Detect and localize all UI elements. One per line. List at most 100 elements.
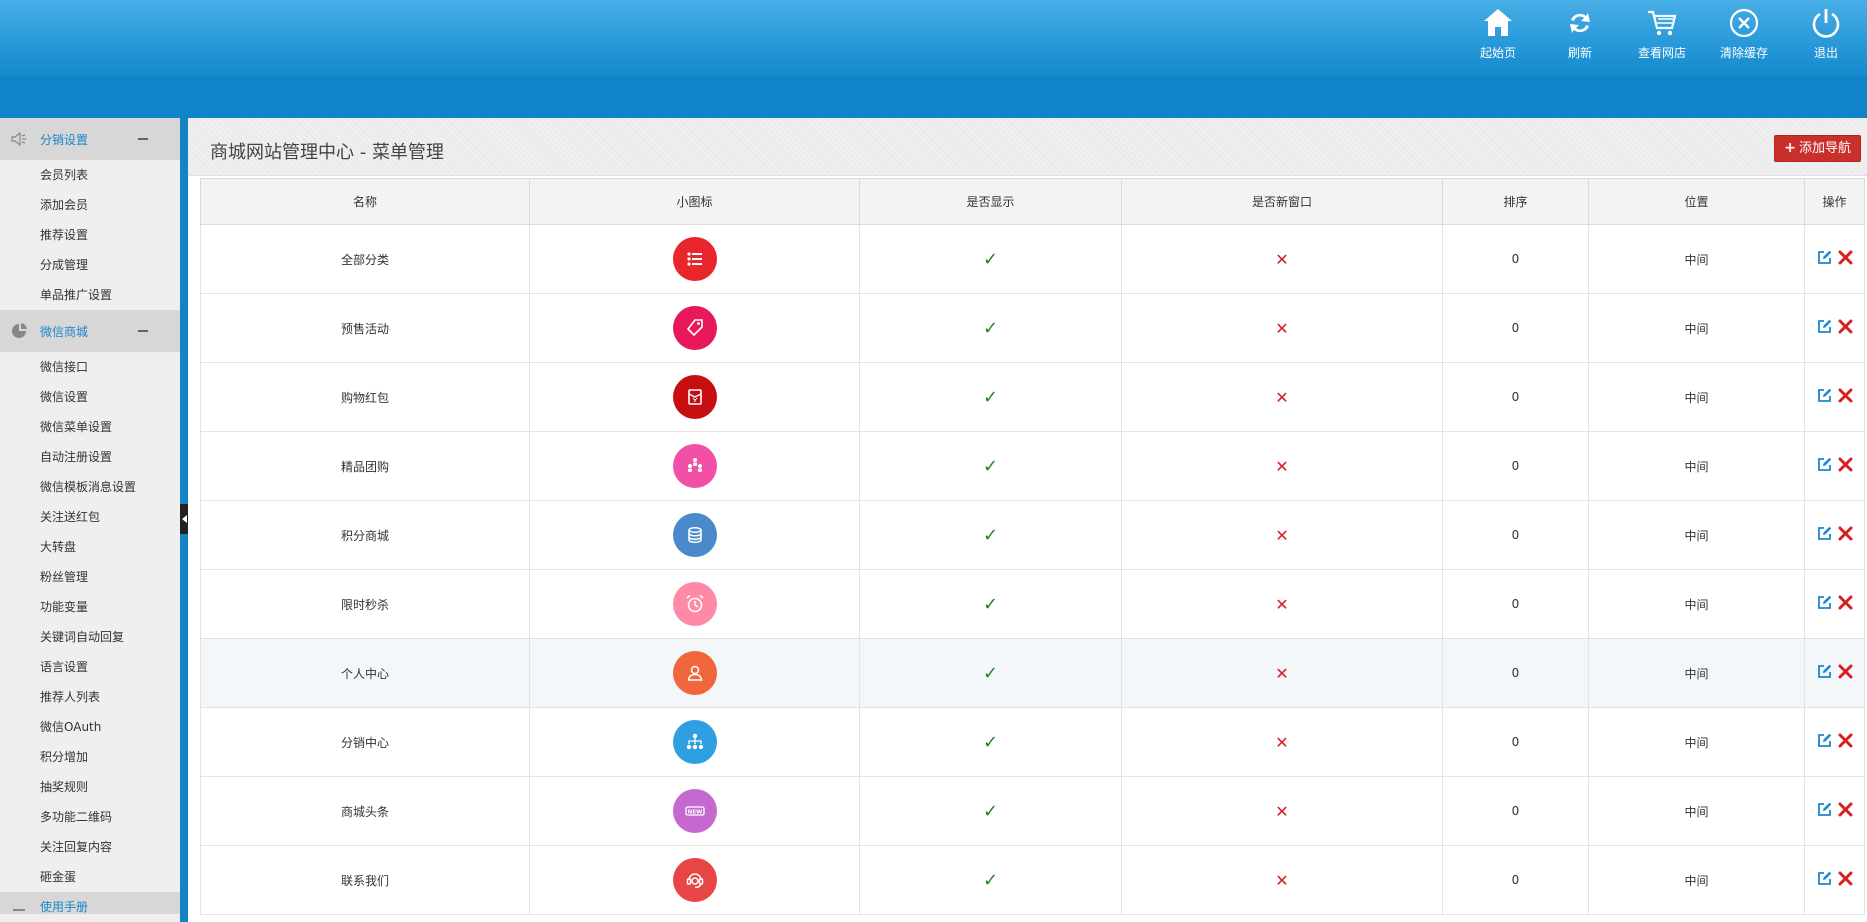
edit-icon[interactable] xyxy=(1817,457,1832,472)
sidebar-item[interactable]: 功能变量 xyxy=(0,592,180,622)
cell-new-window: ✕ xyxy=(1121,431,1443,501)
sidebar-item[interactable]: 推荐人列表 xyxy=(0,682,180,712)
edit-icon[interactable] xyxy=(1817,595,1832,610)
sidebar-item[interactable]: 微信OAuth xyxy=(0,712,180,742)
delete-icon[interactable] xyxy=(1838,388,1853,403)
sidebar-item[interactable]: 抽奖规则 xyxy=(0,772,180,802)
cell-actions xyxy=(1804,707,1865,777)
row-order: 0 xyxy=(1511,804,1520,818)
delete-icon[interactable] xyxy=(1838,319,1853,334)
edit-icon[interactable] xyxy=(1817,319,1832,334)
row-name: 积分商城 xyxy=(340,528,389,543)
sidebar-item[interactable]: 微信设置 xyxy=(0,382,180,412)
cell-name: 个人中心 xyxy=(200,638,530,708)
cell-icon xyxy=(529,707,860,777)
row-name: 限时秒杀 xyxy=(340,597,389,612)
sidebar-item[interactable]: 微信模板消息设置 xyxy=(0,472,180,502)
cell-show: ✓ xyxy=(859,569,1122,639)
sidebar-item[interactable]: 微信接口 xyxy=(0,352,180,382)
cell-order: 0 xyxy=(1442,362,1589,432)
column-header-order: 排序 xyxy=(1442,178,1589,225)
sidebar-item[interactable]: 单品推广设置 xyxy=(0,280,180,310)
sidebar-item[interactable]: 自动注册设置 xyxy=(0,442,180,472)
delete-icon[interactable] xyxy=(1838,250,1853,265)
edit-icon[interactable] xyxy=(1817,802,1832,817)
clear-cache-button[interactable]: 清除缓存 xyxy=(1703,6,1785,68)
view-shop-button[interactable]: 查看网店 xyxy=(1621,6,1703,68)
edit-icon[interactable] xyxy=(1817,733,1832,748)
sidebar-item[interactable]: 大转盘 xyxy=(0,532,180,562)
sidebar-item[interactable]: 多功能二维码 xyxy=(0,802,180,832)
row-name: 精品团购 xyxy=(340,459,389,474)
logout-button[interactable]: 退出 xyxy=(1785,6,1867,68)
add-nav-button[interactable]: + 添加导航 xyxy=(1774,135,1861,162)
cell-show: ✓ xyxy=(859,224,1122,294)
delete-icon[interactable] xyxy=(1838,526,1853,541)
edit-icon[interactable] xyxy=(1817,664,1832,679)
cell-order: 0 xyxy=(1442,845,1589,915)
sidebar-item[interactable]: 关键词自动回复 xyxy=(0,622,180,652)
cell-name: 积分商城 xyxy=(200,500,530,570)
cell-new-window: ✕ xyxy=(1121,638,1443,708)
edit-icon[interactable] xyxy=(1817,250,1832,265)
sidebar-item[interactable]: 关注回复内容 xyxy=(0,832,180,862)
row-order: 0 xyxy=(1511,597,1520,611)
edit-icon[interactable] xyxy=(1817,871,1832,886)
cross-icon: ✕ xyxy=(1275,594,1289,614)
sidebar-item[interactable]: 会员列表 xyxy=(0,160,180,190)
cross-icon: ✕ xyxy=(1275,525,1289,545)
refresh-label: 刷新 xyxy=(1567,46,1592,60)
row-name: 个人中心 xyxy=(340,666,389,681)
sidebar-group-label: 分销设置 xyxy=(40,132,89,147)
row-order: 0 xyxy=(1511,459,1520,473)
delete-icon[interactable] xyxy=(1838,457,1853,472)
collapse-icon[interactable] xyxy=(138,330,148,332)
sidebar-item[interactable]: 微信菜单设置 xyxy=(0,412,180,442)
group-icon xyxy=(672,444,717,488)
table-row: 预售活动 ✓ ✕ 0 中间 xyxy=(200,293,1865,363)
table-row: 分销中心 ✓ ✕ 0 中间 xyxy=(200,707,1865,777)
delete-icon[interactable] xyxy=(1838,871,1853,886)
cell-icon: NEW xyxy=(529,776,860,846)
cell-icon xyxy=(529,293,860,363)
delete-icon[interactable] xyxy=(1838,733,1853,748)
sidebar-item[interactable]: 关注送红包 xyxy=(0,502,180,532)
menu-table: 名称 小图标 是否显示 是否新窗口 排序 位置 操作 全部分类 ✓ ✕ 0 中间… xyxy=(200,178,1865,915)
title-bar: 商城网站管理中心 - 菜单管理 + 添加导航 xyxy=(188,118,1867,176)
cell-show: ✓ xyxy=(859,500,1122,570)
delete-icon[interactable] xyxy=(1838,664,1853,679)
sidebar-item[interactable]: 推荐设置 xyxy=(0,220,180,250)
check-icon: ✓ xyxy=(982,455,999,477)
row-name: 分销中心 xyxy=(340,735,389,750)
refresh-button[interactable]: 刷新 xyxy=(1539,6,1621,68)
clear-cache-label: 清除缓存 xyxy=(1719,46,1768,60)
tag-icon xyxy=(672,306,717,350)
sidebar-item[interactable]: 分成管理 xyxy=(0,250,180,280)
cross-icon: ✕ xyxy=(1275,801,1289,821)
sidebar-item[interactable]: 粉丝管理 xyxy=(0,562,180,592)
row-position: 中间 xyxy=(1684,666,1709,681)
cell-icon xyxy=(529,500,860,570)
cell-show: ✓ xyxy=(859,293,1122,363)
sidebar-item[interactable]: 添加会员 xyxy=(0,190,180,220)
sidebar-group-wechat-mall[interactable]: 微信商城 xyxy=(0,310,180,352)
sidebar-item[interactable]: 语言设置 xyxy=(0,652,180,682)
sidebar-group-manual[interactable]: 使用手册 xyxy=(0,892,180,914)
collapse-icon[interactable] xyxy=(138,138,148,140)
cross-icon: ✕ xyxy=(1275,456,1289,476)
delete-icon[interactable] xyxy=(1838,595,1853,610)
home-button[interactable]: 起始页 xyxy=(1457,6,1539,68)
cell-position: 中间 xyxy=(1588,224,1805,294)
edit-icon[interactable] xyxy=(1817,526,1832,541)
edit-icon[interactable] xyxy=(1817,388,1832,403)
table-row: 限时秒杀 ✓ ✕ 0 中间 xyxy=(200,569,1865,639)
delete-icon[interactable] xyxy=(1838,802,1853,817)
row-actions xyxy=(1817,595,1853,610)
cell-actions xyxy=(1804,431,1865,501)
sidebar-item[interactable]: 砸金蛋 xyxy=(0,862,180,892)
cell-order: 0 xyxy=(1442,431,1589,501)
cell-order: 0 xyxy=(1442,569,1589,639)
sidebar-item[interactable]: 积分增加 xyxy=(0,742,180,772)
sidebar-group-distribution[interactable]: 分销设置 xyxy=(0,118,180,160)
cell-position: 中间 xyxy=(1588,431,1805,501)
